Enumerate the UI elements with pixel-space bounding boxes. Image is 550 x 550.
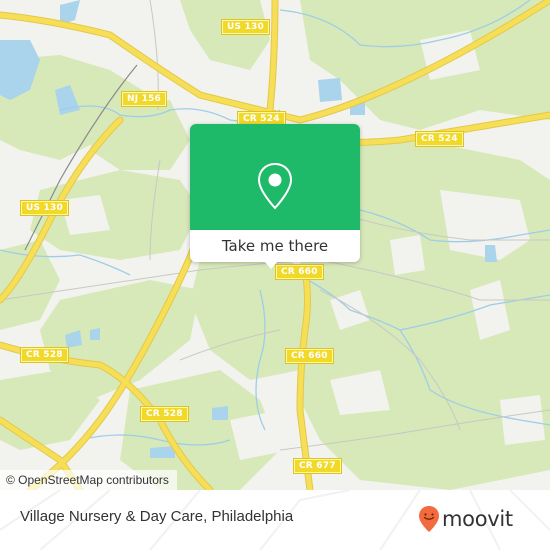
take-me-there-button[interactable]: Take me there (190, 230, 360, 262)
moovit-wordmark: moovit (442, 507, 513, 531)
map-view[interactable]: US 130 NJ 156 CR 524 CR 524 US 130 CR 66… (0, 0, 550, 490)
popup-header[interactable] (190, 124, 360, 230)
directions-popup[interactable]: Take me there (190, 124, 360, 269)
map-pin-icon (257, 162, 293, 210)
road-shield-nj156: NJ 156 (122, 92, 167, 106)
place-name: Village Nursery & Day Care, Philadelphia (20, 508, 294, 525)
road-shield-us130: US 130 (222, 20, 269, 34)
road-shield-cr660: CR 660 (286, 349, 333, 363)
road-shield-cr660: CR 660 (276, 265, 323, 279)
road-shield-us130: US 130 (21, 201, 68, 215)
road-shield-cr528: CR 528 (141, 407, 188, 421)
map-attribution[interactable]: © OpenStreetMap contributors (0, 470, 177, 490)
moovit-brand[interactable]: moovit (418, 505, 513, 533)
road-shield-cr528: CR 528 (21, 348, 68, 362)
popup-pointer (264, 261, 278, 269)
road-shield-cr677: CR 677 (294, 459, 341, 473)
moovit-logo-icon (419, 506, 439, 532)
road-shield-cr524: CR 524 (416, 132, 463, 146)
